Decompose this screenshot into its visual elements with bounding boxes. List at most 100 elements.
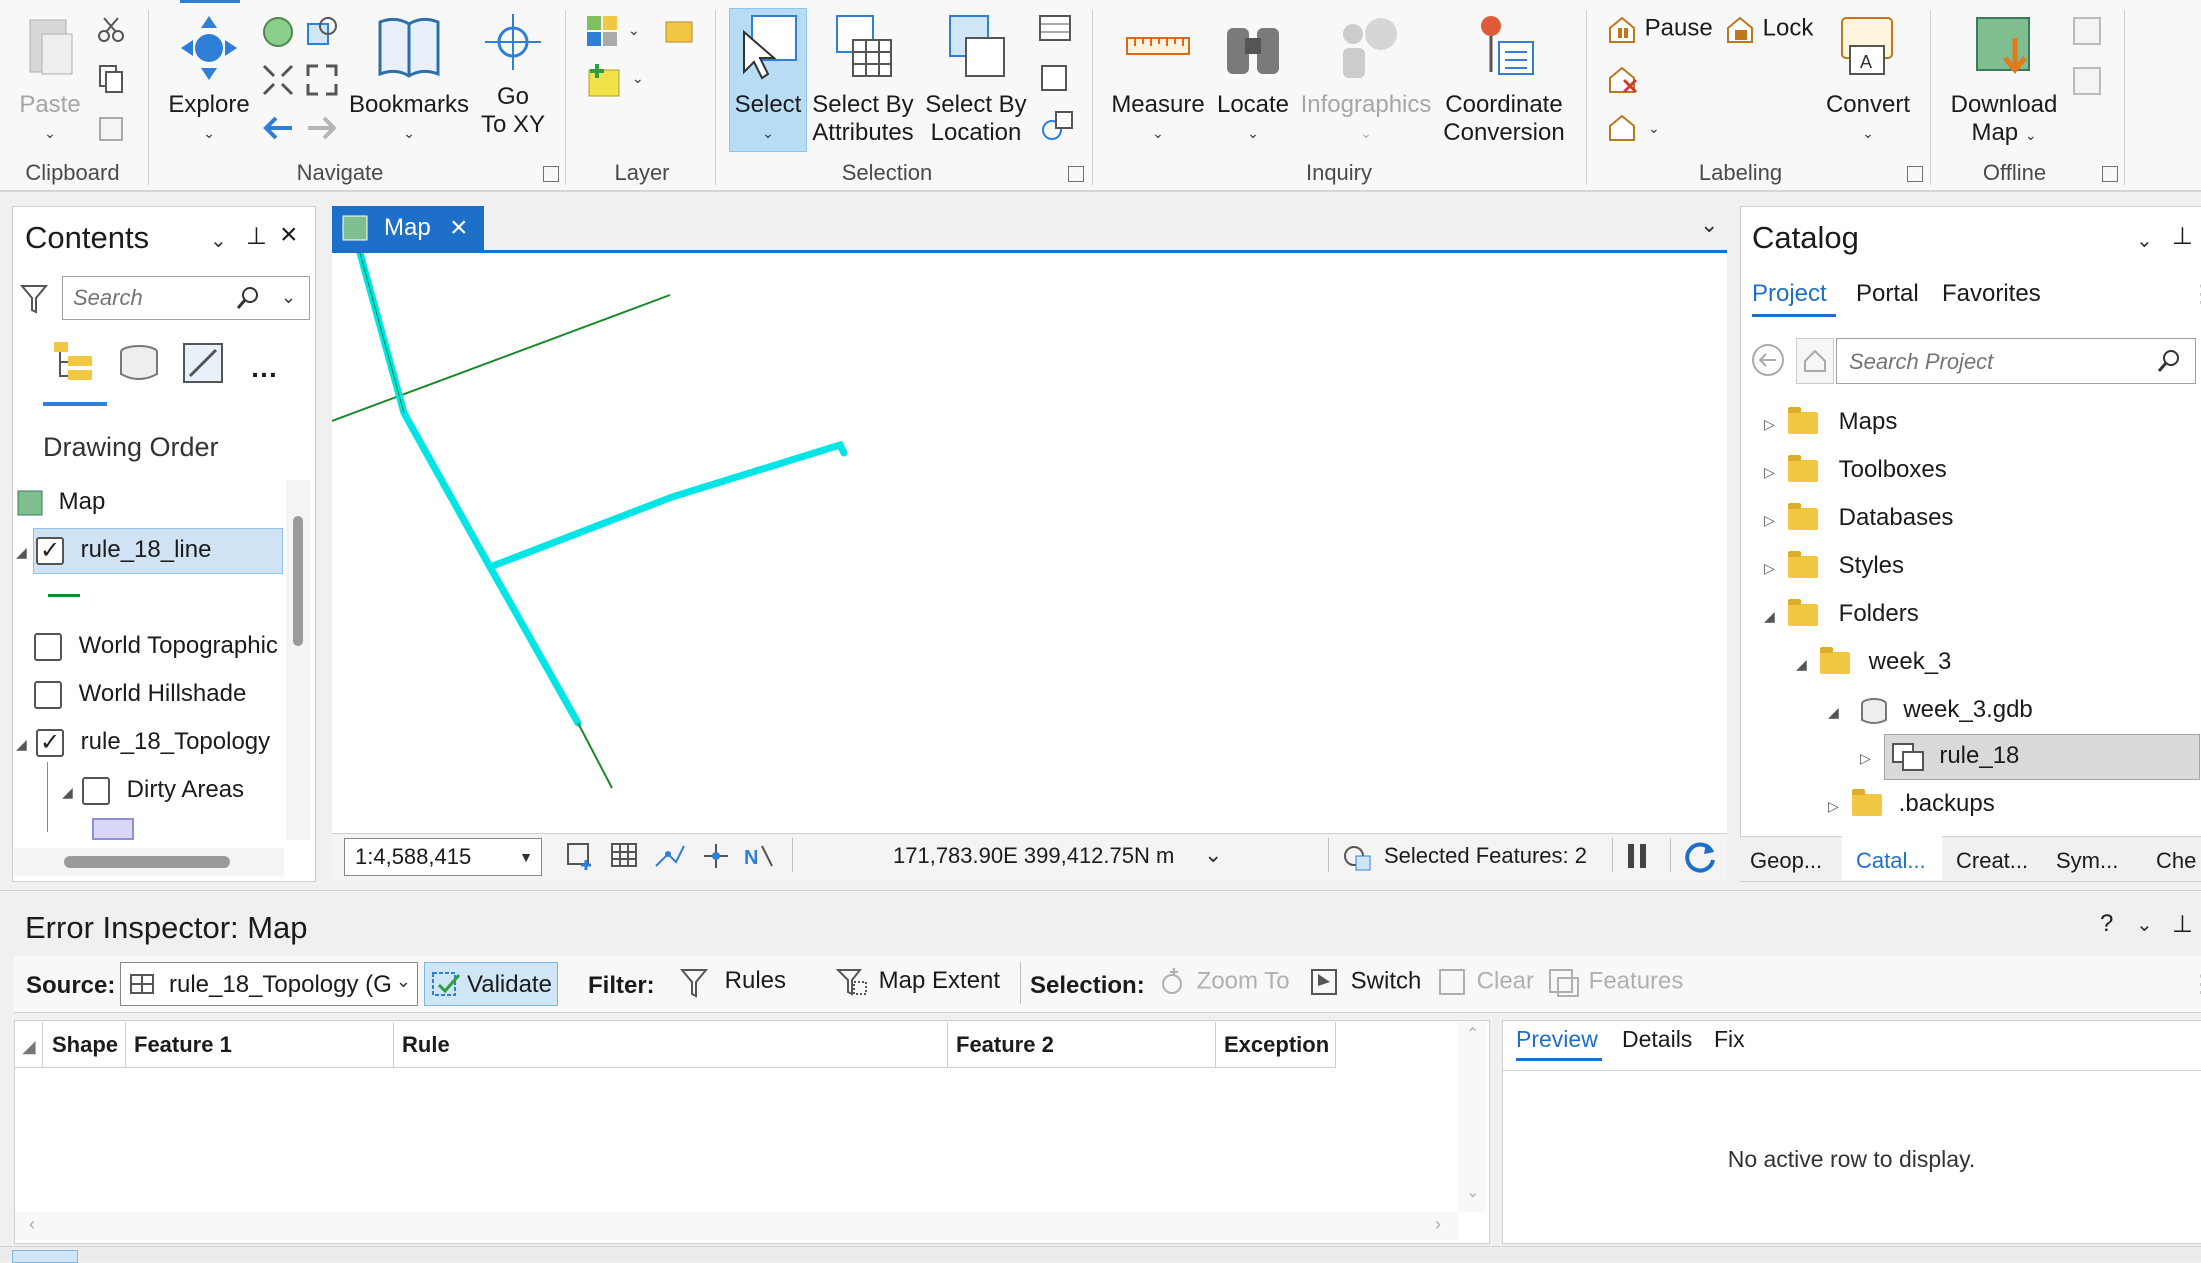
pause-drawing-icon[interactable] [1628,842,1648,870]
fixed-scale-icon[interactable] [566,842,598,870]
contents-vertical-scrollbar[interactable] [286,480,310,840]
explore-button[interactable]: Explore ⌄ [165,12,253,147]
selected-line-feature[interactable] [356,253,582,727]
add-data-icon[interactable] [585,60,625,100]
detail-tab-preview[interactable]: Preview [1516,1026,1598,1053]
cut-icon[interactable] [96,14,126,44]
catalog-options-icon[interactable]: ⌄ [2136,228,2153,253]
zoom-to-selection-icon[interactable] [1038,110,1074,146]
catalog-search-input[interactable] [1847,347,2131,377]
layer-world-hillshade[interactable]: World Hillshade [34,674,246,714]
bookmarks-button[interactable]: Bookmarks ⌄ [345,12,473,147]
navigate-launcher-icon[interactable] [543,166,559,182]
copy-path-icon[interactable] [96,114,126,144]
scroll-thumb[interactable] [293,516,303,646]
attributes-table-icon[interactable] [1038,14,1072,44]
catalog-item-maps[interactable]: ▷ Maps [1764,402,1897,442]
convert-button[interactable]: A Convert ⌄ [1822,12,1914,147]
labeling-launcher-icon[interactable] [1907,166,1923,182]
expand-icon[interactable]: ▷ [1828,786,1848,826]
catalog-item-week-3-gdb[interactable]: ◢ week_3.gdb [1828,690,2033,730]
map-tab-close-icon[interactable]: × [450,206,468,250]
dock-tab-create-features[interactable]: Creat... [1956,848,2028,874]
fixed-zoom-out-icon[interactable] [304,62,340,98]
rules-filter-button[interactable]: Rules [679,966,786,998]
layer-dirty-areas[interactable]: ◢ Dirty Areas [62,770,244,810]
catalog-item-styles[interactable]: ▷ Styles [1764,546,1904,586]
error-inspector-pin-icon[interactable]: ⊥ [2172,910,2193,939]
selected-features-count[interactable]: Selected Features: 2 [1384,843,1587,869]
expand-icon[interactable]: ▷ [1764,404,1784,444]
select-by-location-button[interactable]: Select By Location [920,12,1032,147]
constraint-icon[interactable] [700,842,732,870]
add-preset-icon[interactable] [662,14,698,48]
layer-visibility-checkbox[interactable] [36,723,64,763]
catalog-tab-favorites[interactable]: Favorites [1942,280,2041,308]
expand-icon[interactable]: ◢ [62,772,82,812]
snapping-icon[interactable] [654,842,686,870]
scale-dropdown-icon[interactable]: ▼ [519,839,533,875]
line-feature[interactable] [332,294,671,422]
contents-close-icon[interactable]: × [280,218,298,252]
source-dropdown[interactable]: rule_18_Topology (G ⌄ [120,962,418,1006]
column-header-rule[interactable]: Rule [394,1022,948,1068]
coordinate-conversion-button[interactable]: Coordinate Conversion [1436,12,1572,147]
expand-icon[interactable]: ▷ [1764,500,1784,540]
zoom-to-button[interactable]: Zoom To [1158,966,1290,998]
basemap-icon[interactable] [585,14,625,48]
catalog-item-databases[interactable]: ▷ Databases [1764,498,1953,538]
filter-icon[interactable] [20,282,48,316]
paste-button[interactable]: Paste ⌄ [10,12,90,147]
refresh-icon[interactable] [1682,838,1718,874]
column-header-exception[interactable]: Exception [1216,1022,1336,1068]
coordinate-format-dropdown-icon[interactable]: ⌄ [1204,842,1222,868]
clear-selection-icon[interactable] [1038,64,1072,94]
catalog-pin-icon[interactable]: ⊥ [2172,222,2193,251]
contents-options-icon[interactable]: ⌄ [210,228,227,253]
select-features-button[interactable]: Features [1548,966,1683,998]
pause-labeling-button[interactable]: Pause [1606,14,1713,44]
catalog-item-folders[interactable]: ◢ Folders [1764,594,1919,634]
list-by-drawing-order-icon[interactable] [52,340,98,384]
error-inspector-options-icon[interactable]: ⌄ [2136,912,2153,937]
search-dropdown-icon[interactable]: ⌄ [281,287,296,308]
basemap-dropdown-icon[interactable]: ⌄ [628,22,640,39]
column-header-shape[interactable]: Shape [44,1022,126,1068]
column-header-feature-1[interactable]: Feature 1 [126,1022,394,1068]
catalog-tab-portal[interactable]: Portal [1856,280,1919,308]
expand-icon[interactable]: ◢ [16,532,36,572]
full-extent-icon[interactable] [260,14,296,50]
map-canvas[interactable] [332,253,1727,833]
toolbar-overflow-icon[interactable]: ⋮ [2190,970,2201,999]
collapse-icon[interactable]: ◢ [1796,644,1816,684]
dock-tab-geoprocessing[interactable]: Geop... [1750,848,1822,874]
catalog-item-toolboxes[interactable]: ▷ Toolboxes [1764,450,1947,490]
validate-button[interactable]: Validate [424,962,558,1006]
grid-icon[interactable] [610,842,640,870]
offline-launcher-icon[interactable] [2102,166,2118,182]
remove-offline-icon[interactable] [2070,64,2104,98]
search-icon[interactable] [2155,347,2183,375]
layer-rule-18-topology[interactable]: ◢ rule_18_Topology [16,722,270,763]
previous-extent-icon[interactable] [260,110,296,146]
clear-selection-button[interactable]: Clear [1438,966,1534,998]
layer-world-topographic[interactable]: World Topographic [34,626,278,666]
detail-tab-details[interactable]: Details [1622,1026,1692,1053]
map-tab[interactable]: Map × [332,206,484,250]
scale-combobox[interactable]: 1:4,588,415 ▼ [344,838,542,876]
layer-visibility-checkbox[interactable] [34,632,62,661]
layer-visibility-checkbox[interactable] [34,680,62,709]
north-arrow-icon[interactable]: N [742,840,778,872]
bottom-tab-active[interactable] [12,1250,78,1263]
copy-icon[interactable] [96,64,126,94]
source-dropdown-icon[interactable]: ⌄ [396,971,411,992]
error-table-vertical-scrollbar[interactable]: ⌃ ⌄ [1458,1022,1486,1212]
select-button[interactable]: Select ⌄ [729,12,807,147]
expand-icon[interactable]: ▷ [1860,738,1880,778]
contents-search-box[interactable]: ⌄ [62,276,310,320]
infographics-button[interactable]: Infographics ⌄ [1298,12,1434,147]
line-feature[interactable] [577,722,613,789]
dock-tab-catalog[interactable]: Catal... [1856,848,1926,874]
label-priority-icon[interactable] [1606,112,1640,144]
contents-search-input[interactable] [71,283,235,313]
